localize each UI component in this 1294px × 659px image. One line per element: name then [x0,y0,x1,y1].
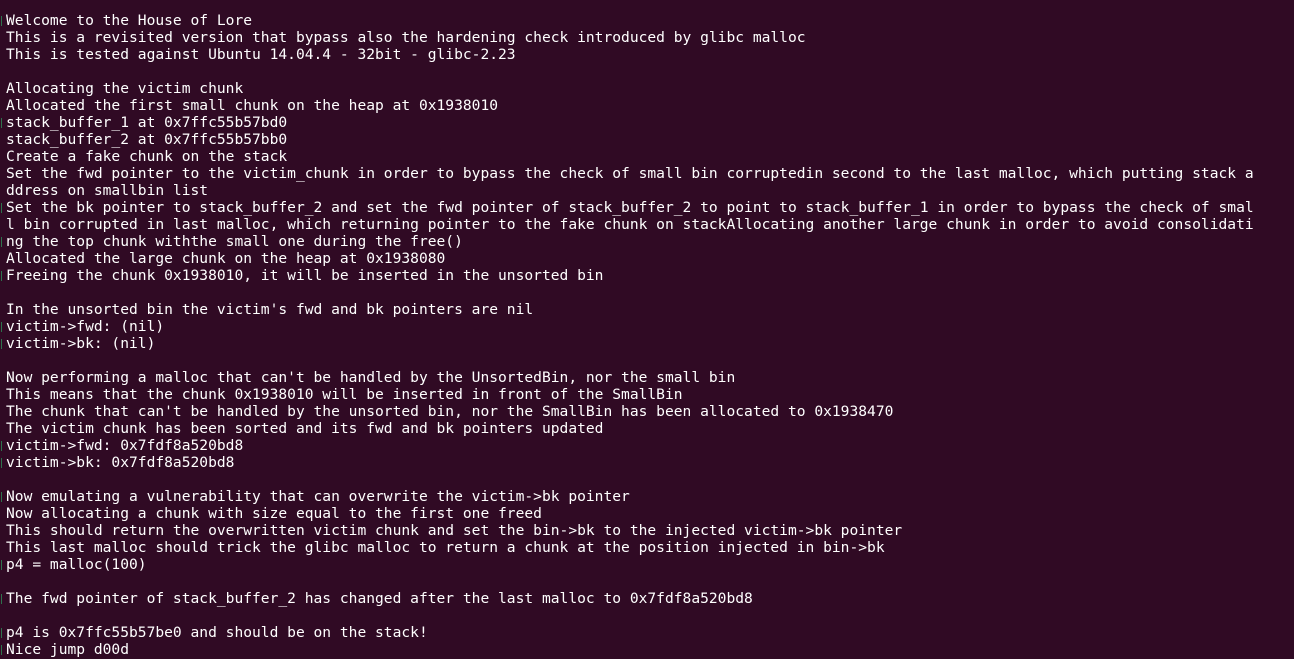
terminal-line: The victim chunk has been sorted and its… [6,420,604,437]
terminal-line: Allocated the large chunk on the heap at… [6,250,446,267]
terminal-line: l bin corrupted in last malloc, which re… [6,216,1254,233]
terminal-line: victim->bk: 0x7fdf8a520bd8 [6,454,235,471]
terminal-line: Now allocating a chunk with size equal t… [6,505,542,522]
terminal-line: The fwd pointer of stack_buffer_2 has ch… [6,590,753,607]
terminal-line: victim->fwd: (nil) [6,318,165,335]
terminal-line: In the unsorted bin the victim's fwd and… [6,301,534,318]
terminal-line: The chunk that can't be handled by the u… [6,403,894,420]
terminal-line: stack_buffer_1 at 0x7ffc55b57bd0 [6,114,288,131]
terminal-line: Set the fwd pointer to the victim_chunk … [6,165,1254,182]
terminal-output: Welcome to the House of Lore This is a re… [6,12,1292,658]
terminal-line: This means that the chunk 0x1938010 will… [6,386,683,403]
terminal-line: p4 is 0x7ffc55b57be0 and should be on th… [6,624,428,641]
terminal-line: Set the bk pointer to stack_buffer_2 and… [6,199,1254,216]
margin-mark [1,118,2,128]
terminal-line: ng the top chunk withthe small one durin… [6,233,463,250]
terminal-line: p4 = malloc(100) [6,556,147,573]
terminal-line: stack_buffer_2 at 0x7ffc55b57bb0 [6,131,288,148]
terminal-line: This should return the overwritten victi… [6,522,903,539]
terminal-left-margin [0,0,4,659]
terminal-line: victim->bk: (nil) [6,335,156,352]
terminal-line: Now emulating a vulnerability that can o… [6,488,630,505]
terminal-line: Nice jump d00d [6,641,130,658]
terminal-line: Welcome to the House of Lore [6,12,253,29]
terminal-line: Now performing a malloc that can't be ha… [6,369,736,386]
margin-mark [1,628,2,638]
terminal-line: Allocating the victim chunk [6,80,244,97]
terminal-line: Create a fake chunk on the stack [6,148,288,165]
terminal-line: This is tested against Ubuntu 14.04.4 - … [6,46,516,63]
margin-mark [1,203,2,213]
margin-mark [1,492,2,502]
terminal-line: Freeing the chunk 0x1938010, it will be … [6,267,604,284]
margin-mark [1,322,2,332]
margin-mark [1,441,2,451]
terminal-line: This last malloc should trick the glibc … [6,539,885,556]
margin-mark [1,271,2,281]
margin-mark [1,594,2,604]
margin-mark [1,560,2,570]
terminal-line: ddress on smallbin list [6,182,209,199]
margin-mark [1,237,2,247]
terminal-line: victim->fwd: 0x7fdf8a520bd8 [6,437,244,454]
margin-mark [1,16,2,26]
margin-mark [1,458,2,468]
terminal-line: Allocated the first small chunk on the h… [6,97,499,114]
margin-mark [1,645,2,655]
terminal-line: This is a revisited version that bypass … [6,29,806,46]
terminal-window[interactable]: Welcome to the House of Lore This is a re… [0,0,1294,659]
margin-mark [1,339,2,349]
